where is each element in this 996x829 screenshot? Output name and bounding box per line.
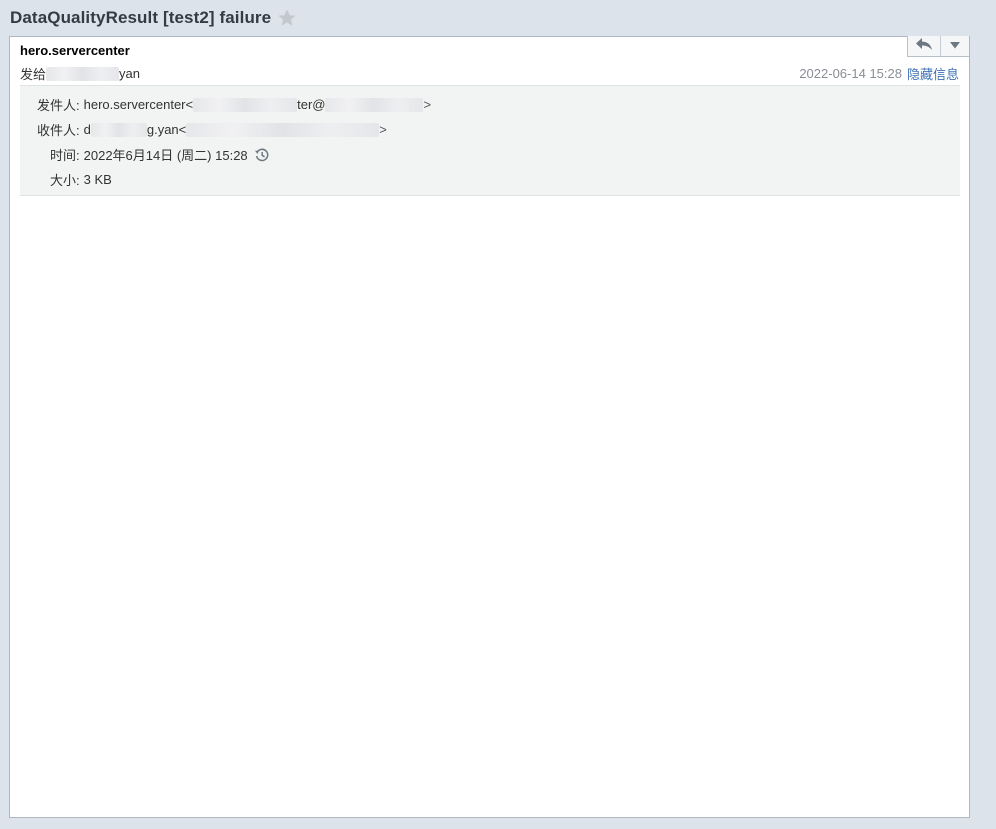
detail-size-row: 大小: 3 KB [50, 170, 112, 189]
time-value: 2022年6月14日 (周二) 15:28 [83, 148, 248, 163]
time-label: 时间: [50, 148, 80, 163]
redacted-block [325, 97, 424, 112]
mail-date: 2022-06-14 15:28 [799, 66, 902, 81]
to-start[interactable]: d [84, 122, 91, 137]
mail-subject: DataQualityResult [test2] failure [10, 8, 272, 27]
recipient-name-suffix[interactable]: yan [119, 66, 140, 81]
chevron-down-icon [949, 37, 961, 55]
to-mid[interactable]: g.yan< [147, 122, 186, 137]
star-icon[interactable] [277, 8, 297, 28]
detail-time-row: 时间: 2022年6月14日 (周二) 15:28 [50, 145, 270, 164]
size-label: 大小: [50, 173, 80, 188]
to-label: 收件人: [37, 123, 80, 138]
clock-history-icon[interactable] [254, 147, 270, 163]
more-actions-button[interactable] [940, 36, 969, 56]
from-close: > [423, 97, 432, 112]
reply-icon [915, 37, 933, 56]
size-value: 3 KB [83, 172, 112, 187]
redacted-block [46, 66, 120, 81]
to-close: > [379, 122, 387, 137]
redacted-block [193, 97, 298, 112]
to-prefix: 发给 [20, 67, 47, 82]
from-mid: ter@ [297, 97, 326, 112]
recipient-summary: 发给 yan [20, 64, 140, 83]
detail-from-row: 发件人: hero.servercenter< ter@ > [37, 95, 431, 114]
sender-name[interactable]: hero.servercenter [20, 43, 130, 58]
mail-action-group [907, 36, 969, 57]
redacted-block [186, 122, 380, 137]
redacted-block [90, 122, 147, 137]
mail-read-panel: hero.servercenter 发给 yan 2022-06-14 15:2… [9, 36, 970, 818]
mail-detail-box: 发件人: hero.servercenter< ter@ > 收件人: d g.… [20, 85, 960, 196]
detail-to-row: 收件人: d g.yan< > [37, 120, 387, 139]
from-name[interactable]: hero.servercenter< [84, 97, 193, 112]
header-meta: 2022-06-14 15:28 隐藏信息 [799, 64, 959, 83]
from-label: 发件人: [37, 98, 80, 113]
reply-button[interactable] [908, 36, 940, 56]
hide-info-link[interactable]: 隐藏信息 [907, 64, 959, 83]
mail-title-bar: DataQualityResult [test2] failure [10, 6, 297, 30]
